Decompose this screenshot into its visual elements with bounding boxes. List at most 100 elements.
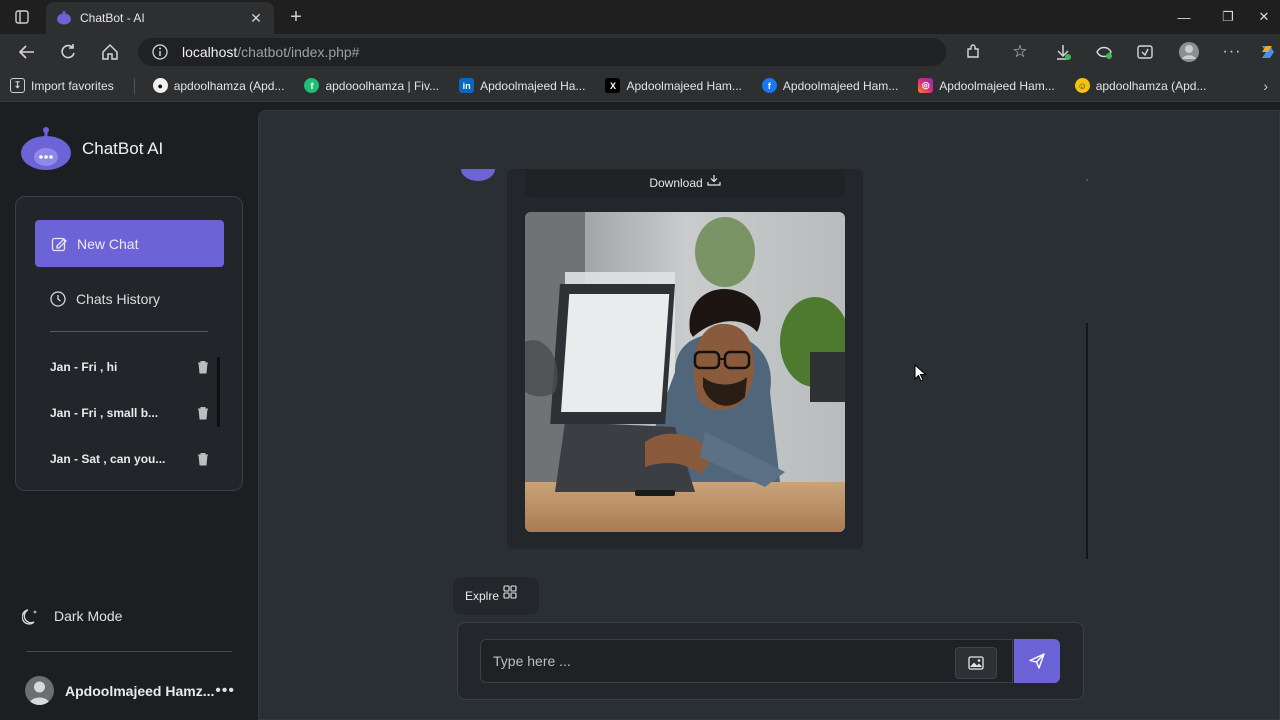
bookmark-x[interactable]: X Apdoolmajeed Ham... [605,78,742,93]
linkedin-icon: in [459,78,475,93]
facebook-icon: f [761,78,777,93]
bookmark-instagram[interactable]: ◎ Apdoolmajeed Ham... [918,78,1055,93]
upload-image-button[interactable] [955,647,997,679]
brand[interactable]: ChatBot AI [20,126,163,172]
bookmark-label: apdoolhamza (Apd... [173,78,285,93]
message-input[interactable] [480,639,1013,683]
bot-message: Download [507,169,863,549]
minimize-icon[interactable]: — [1162,0,1206,34]
new-chat-label: New Chat [77,235,139,252]
scroll-indicator [1086,179,1088,181]
clock-icon [50,291,66,307]
man-at-laptop-image [525,212,845,532]
browser-tab-bar: ChatBot - AI ✕ + — ❐ ✕ [0,0,1280,34]
close-window-icon[interactable]: ✕ [1248,0,1280,34]
browser-tab[interactable]: ChatBot - AI ✕ [46,2,274,34]
chat-main: Download Explre Type here ... [258,110,1280,720]
history-item[interactable]: Jan - Fri , hi [50,357,210,377]
user-avatar-icon [29,681,50,705]
sidebar: ChatBot AI New Chat Chats History Jan - … [0,102,258,720]
bookmark-bot[interactable]: ☺ apdoolhamza (Apd... [1074,78,1207,93]
download-button[interactable]: Download [525,169,845,197]
url-path: /chatbot/index.php# [237,44,360,60]
bookmark-label: Apdoolmajeed Ham... [939,78,1055,93]
download-icon [707,175,721,186]
user-profile[interactable]: Apdoolmajeed Hamz... ••• [25,676,235,705]
trash-icon[interactable] [196,360,210,374]
screenshot-icon[interactable] [1130,38,1160,66]
explore-button[interactable]: Explre [453,577,539,615]
chats-history-label: Chats History [76,291,161,307]
favorites-icon[interactable]: ☆ [1005,38,1035,66]
browser-essentials-icon[interactable] [1089,38,1119,66]
history-item-label: Jan - Fri , small b... [50,406,159,420]
tab-title: ChatBot - AI [80,11,145,25]
history-item[interactable]: Jan - Fri , small b... [50,403,210,423]
profile-avatar-icon[interactable] [1174,38,1204,66]
generated-image[interactable] [525,212,845,532]
bookmark-linkedin[interactable]: in Apdoolmajeed Ha... [459,78,585,93]
history-scrollbar[interactable] [217,357,220,427]
address-bar[interactable]: localhost/chatbot/index.php# [138,38,946,66]
bookmark-label: Apdoolmajeed Ha... [480,78,586,93]
moon-icon [22,609,37,625]
history-item-label: Jan - Fri , hi [50,360,118,374]
bookmark-label: Apdoolmajeed Ham... [782,78,899,93]
chat-scrollbar[interactable] [1086,323,1088,559]
import-icon: ↧ [10,78,25,93]
back-icon[interactable] [12,38,42,66]
dark-mode-label: Dark Mode [54,608,123,624]
user-name: Apdoolmajeed Hamz... [65,682,215,699]
bookmark-facebook[interactable]: f Apdoolmajeed Ham... [761,78,899,93]
edit-icon [51,237,67,251]
dark-mode-toggle[interactable]: Dark Mode [22,607,122,625]
mouse-cursor-icon [914,364,927,382]
trash-icon[interactable] [196,406,210,420]
user-more-icon[interactable]: ••• [215,682,235,700]
refresh-icon[interactable] [53,38,83,66]
chats-history-link[interactable]: Chats History [50,291,160,307]
history-divider [50,331,208,332]
avatar [25,676,54,705]
bookmark-import-favorites[interactable]: ↧ Import favorites [10,78,114,93]
new-chat-button[interactable]: New Chat [35,220,224,267]
tab-actions-icon[interactable] [8,6,36,28]
downloads-icon[interactable] [1048,38,1078,66]
bookmark-label: Import favorites [31,78,114,93]
bookmark-fiverr[interactable]: f apdooolhamza | Fiv... [304,78,439,93]
bookmarks-bar: ↧ Import favorites ● apdoolhamza (Apd...… [0,70,1280,102]
extensions-icon[interactable] [958,38,988,66]
brand-name: ChatBot AI [82,139,164,158]
chatbot-logo-icon [21,127,71,170]
bookmarks-more-chevron-icon[interactable]: › [1263,78,1268,94]
new-tab-button[interactable]: + [284,6,308,28]
bookmark-label: Apdoolmajeed Ham... [626,78,742,93]
tab-close-icon[interactable]: ✕ [248,10,264,26]
instagram-icon: ◎ [918,78,934,93]
settings-more-icon[interactable]: ··· [1217,38,1247,66]
grid-icon [503,585,517,599]
x-icon: X [605,78,621,93]
bot-avatar-icon [460,169,496,183]
send-icon [1029,653,1045,669]
bookmark-github[interactable]: ● apdoolhamza (Apd... [152,78,285,93]
url-host: localhost [182,44,238,60]
bookmark-label: apdoolhamza (Apd... [1095,78,1207,93]
message-composer [457,622,1084,700]
sidebar-divider [26,651,232,652]
bookmark-separator [133,77,135,94]
send-button[interactable] [1014,639,1060,683]
restore-icon[interactable]: ❐ [1206,0,1250,34]
bookmark-label: apdooolhamza | Fiv... [325,78,440,93]
site-info-icon[interactable] [152,44,168,60]
github-icon: ● [152,78,168,93]
explore-label: Explre [465,589,500,603]
copilot-icon[interactable] [1256,38,1280,66]
home-icon[interactable] [95,38,125,66]
history-item[interactable]: Jan - Sat , can you... [50,449,210,469]
trash-icon[interactable] [196,452,210,466]
chatbot-favicon-icon [57,11,71,25]
chat-nav-panel: New Chat Chats History Jan - Fri , hi Ja… [15,196,243,491]
chatbot-app: ChatBot AI New Chat Chats History Jan - … [0,102,1280,720]
bot-icon: ☺ [1074,78,1090,93]
